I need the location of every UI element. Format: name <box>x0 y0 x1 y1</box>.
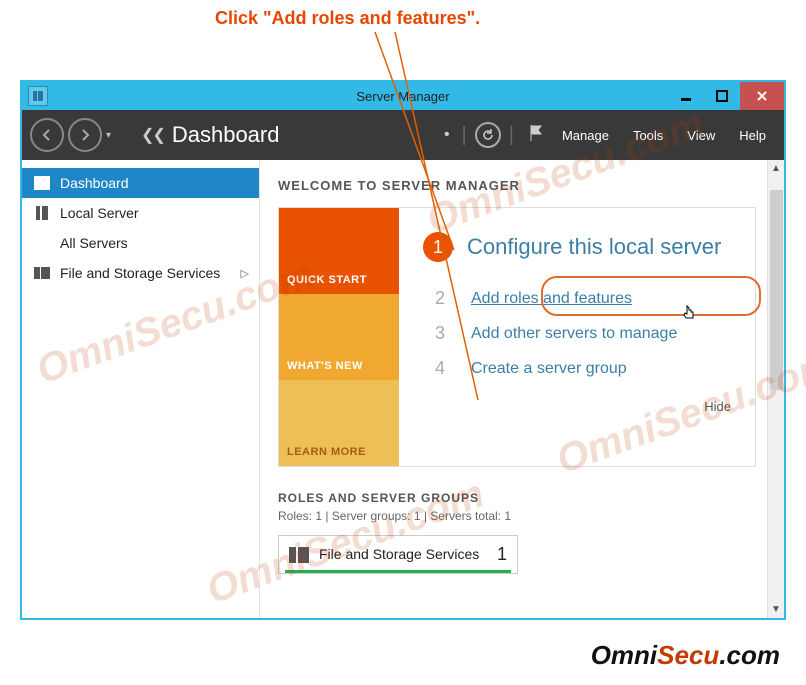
step-number: 3 <box>431 323 449 344</box>
welcome-panel: QUICK START WHAT'S NEW LEARN MORE 1 Conf… <box>278 207 756 467</box>
file-storage-icon <box>34 266 50 280</box>
sidebar-item-label: All Servers <box>60 235 128 251</box>
roles-subheading: Roles: 1 | Server groups: 1 | Servers to… <box>278 509 756 523</box>
close-button[interactable] <box>740 82 784 110</box>
toolbar: ▾ ❮❮ Dashboard • | | Manage Tools View H… <box>22 110 784 160</box>
main-content-area: ▲ ▼ WELCOME TO SERVER MANAGER QUICK STAR… <box>260 160 784 618</box>
breadcrumb-chevron-icon: ❮❮ <box>141 125 164 145</box>
role-card-status-bar <box>285 570 511 573</box>
sidebar-item-label: Dashboard <box>60 175 129 191</box>
tab-whats-new[interactable]: WHAT'S NEW <box>279 294 399 380</box>
all-servers-icon <box>34 236 50 250</box>
dashboard-icon <box>34 176 50 190</box>
sidebar-item-dashboard[interactable]: Dashboard <box>22 168 259 198</box>
tab-learn-more[interactable]: LEARN MORE <box>279 380 399 466</box>
sidebar-item-local-server[interactable]: Local Server <box>22 198 259 228</box>
roles-heading: ROLES AND SERVER GROUPS <box>278 491 756 505</box>
highlight-callout <box>541 276 761 316</box>
brand-part3: .com <box>719 640 780 670</box>
page-title-text: Dashboard <box>172 122 280 148</box>
instruction-annotation: Click "Add roles and features". <box>215 8 480 29</box>
add-servers-link[interactable]: Add other servers to manage <box>471 325 677 343</box>
step-1-number-badge: 1 <box>423 232 453 262</box>
refresh-button[interactable] <box>475 122 501 148</box>
role-card-file-storage[interactable]: File and Storage Services 1 <box>278 535 518 574</box>
brand-part1: Omni <box>591 640 657 670</box>
menu-view[interactable]: View <box>687 128 715 143</box>
window-body: Dashboard Local Server All Servers File … <box>22 160 784 618</box>
sidebar-item-file-storage[interactable]: File and Storage Services ▷ <box>22 258 259 288</box>
sidebar: Dashboard Local Server All Servers File … <box>22 160 260 618</box>
nav-history-dropdown-icon[interactable]: ▾ <box>106 130 111 141</box>
step-1-label: Configure this local server <box>467 234 721 260</box>
welcome-left-tabs: QUICK START WHAT'S NEW LEARN MORE <box>279 208 399 466</box>
menu-manage[interactable]: Manage <box>562 128 609 143</box>
role-card-count: 1 <box>497 544 507 565</box>
minimize-button[interactable] <box>668 82 704 110</box>
file-storage-icon <box>289 547 309 563</box>
cursor-pointer-icon <box>681 304 699 329</box>
server-manager-window: Server Manager ▾ ❮❮ Dashboard • | | Mana… <box>20 80 786 620</box>
local-server-icon <box>34 206 50 220</box>
chevron-right-icon: ▷ <box>241 267 249 280</box>
window-controls <box>668 82 784 110</box>
scroll-up-icon[interactable]: ▲ <box>768 160 784 177</box>
welcome-heading: WELCOME TO SERVER MANAGER <box>278 178 756 193</box>
maximize-button[interactable] <box>704 82 740 110</box>
step-1-configure[interactable]: 1 Configure this local server <box>423 232 731 262</box>
toolbar-separator: | <box>509 124 514 147</box>
step-4-server-group[interactable]: 4 Create a server group <box>431 358 731 379</box>
hide-link[interactable]: Hide <box>423 399 731 414</box>
page-title: ❮❮ Dashboard <box>141 122 279 148</box>
step-number: 2 <box>431 288 449 309</box>
step-number: 4 <box>431 358 449 379</box>
footer-brand-logo: OmniSecu.com <box>591 640 780 671</box>
toolbar-dot-icon: • <box>444 126 450 144</box>
vertical-scrollbar[interactable]: ▲ ▼ <box>767 160 784 618</box>
server-group-link[interactable]: Create a server group <box>471 360 627 378</box>
brand-part2: Secu <box>657 640 719 670</box>
menu-help[interactable]: Help <box>739 128 766 143</box>
titlebar: Server Manager <box>22 82 784 110</box>
welcome-steps-area: 1 Configure this local server 2 Add role… <box>399 208 755 466</box>
role-card-title: File and Storage Services <box>319 546 479 563</box>
sidebar-item-label: File and Storage Services <box>60 265 220 281</box>
tab-quick-start[interactable]: QUICK START <box>279 208 399 294</box>
window-title: Server Manager <box>356 89 449 104</box>
sidebar-item-all-servers[interactable]: All Servers <box>22 228 259 258</box>
scroll-thumb[interactable] <box>770 190 783 390</box>
back-button[interactable] <box>30 118 64 152</box>
forward-button[interactable] <box>68 118 102 152</box>
app-icon <box>28 86 48 106</box>
notifications-flag-icon[interactable] <box>528 124 544 147</box>
scroll-down-icon[interactable]: ▼ <box>768 601 784 618</box>
sidebar-item-label: Local Server <box>60 205 139 221</box>
toolbar-separator: | <box>462 124 467 147</box>
menu-tools[interactable]: Tools <box>633 128 663 143</box>
